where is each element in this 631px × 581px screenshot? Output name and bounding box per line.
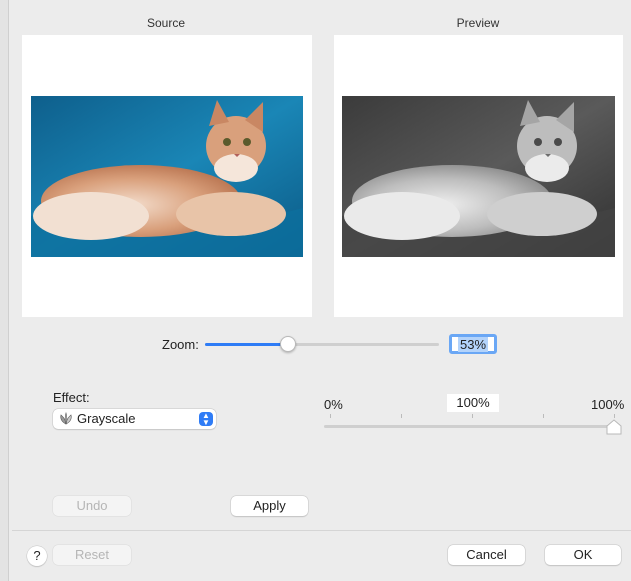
intensity-tick [330, 414, 331, 418]
preview-title: Preview [456, 16, 500, 30]
intensity-slider-track[interactable] [324, 425, 620, 428]
effect-selected-label: Grayscale [77, 411, 136, 426]
window-edge [0, 0, 9, 581]
source-title: Source [146, 16, 186, 30]
effect-popup[interactable]: Grayscale ▲ ▼ [53, 409, 216, 429]
intensity-max-label: 100% [591, 397, 625, 412]
intensity-tick [472, 414, 473, 418]
chevron-up-down-icon: ▲ ▼ [199, 412, 213, 427]
reset-button[interactable]: Reset [53, 545, 131, 565]
effect-label: Effect: [53, 390, 90, 405]
ok-button[interactable]: OK [545, 545, 621, 565]
intensity-min-label: 0% [324, 397, 343, 412]
source-cat-photo [31, 96, 303, 257]
preview-cat-photo [342, 96, 615, 257]
preview-image-pane [334, 35, 623, 317]
intensity-tick [543, 414, 544, 418]
source-image-pane [22, 35, 312, 317]
apply-button[interactable]: Apply [231, 496, 308, 516]
zoom-slider-fill [205, 343, 287, 346]
zoom-label: Zoom: [162, 337, 199, 352]
footer-separator [12, 530, 631, 531]
intensity-tick [401, 414, 402, 418]
help-button[interactable]: ? [27, 546, 47, 566]
zoom-value-field[interactable]: 53% [449, 334, 497, 354]
intensity-tick [614, 414, 615, 418]
intensity-slider-knob[interactable] [606, 419, 622, 435]
cancel-button[interactable]: Cancel [448, 545, 525, 565]
undo-button[interactable]: Undo [53, 496, 131, 516]
grayscale-effect-icon [59, 412, 73, 429]
intensity-value-field[interactable]: 100% [447, 394, 499, 412]
zoom-slider-knob[interactable] [279, 336, 296, 352]
